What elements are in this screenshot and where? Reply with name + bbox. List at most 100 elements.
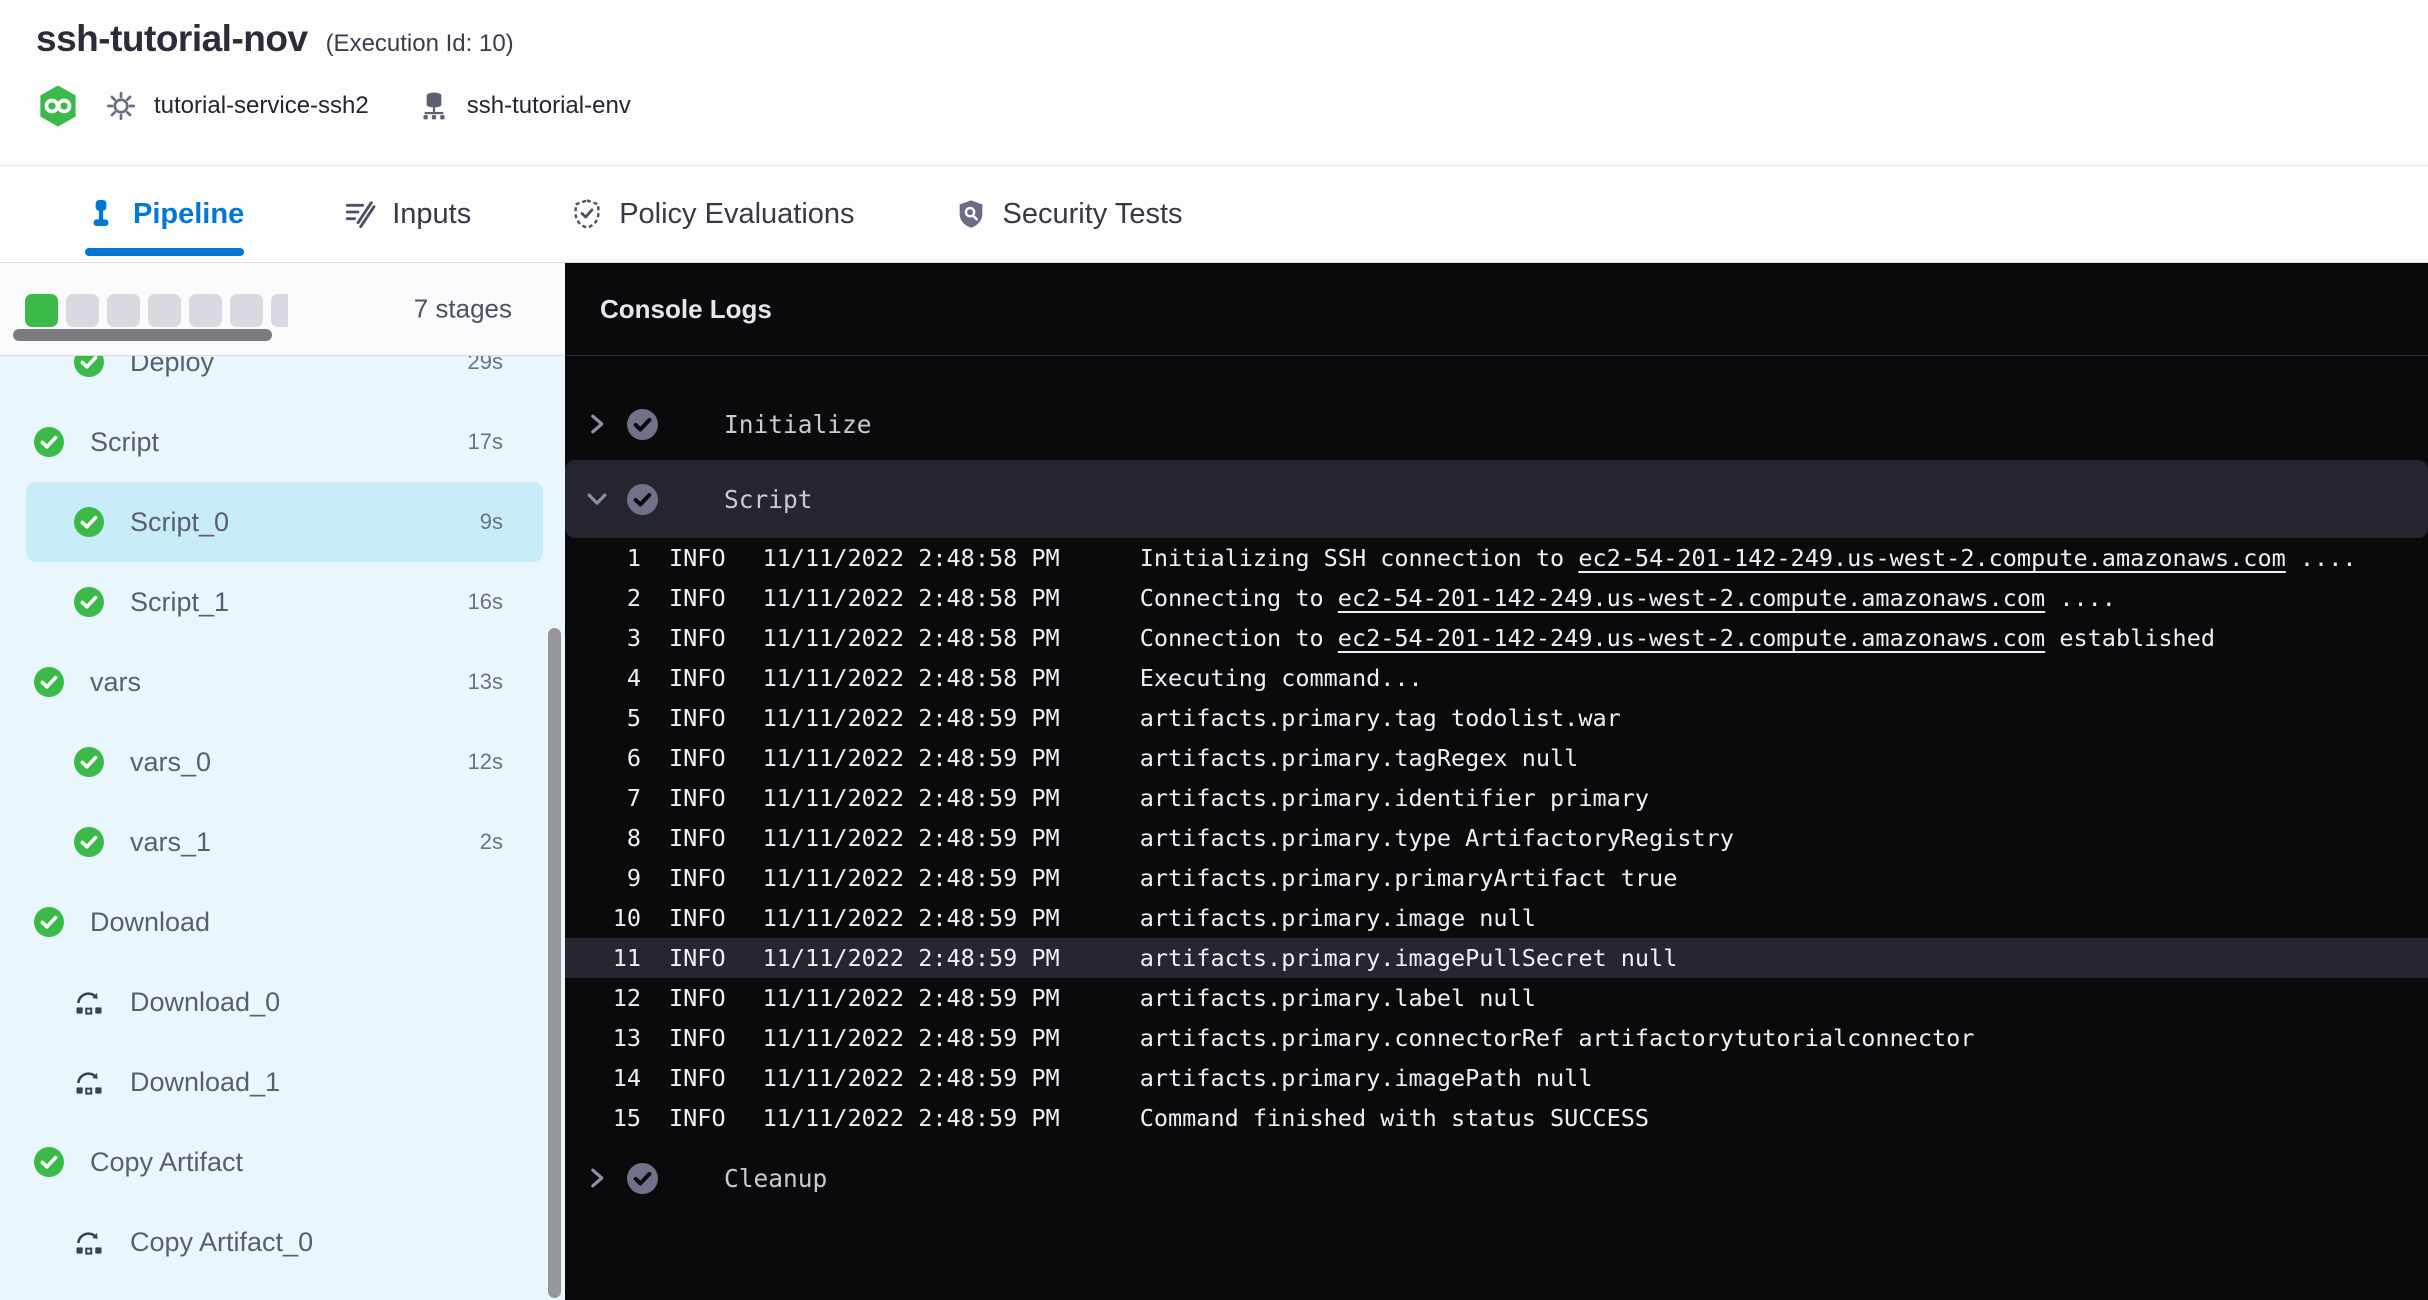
log-level: INFO (669, 704, 726, 732)
log-message: artifacts.primary.imagePullSecret null (1140, 944, 1678, 972)
tab-inputs[interactable]: Inputs (344, 166, 471, 262)
log-line-number: 7 (565, 778, 641, 818)
success-check-icon (74, 356, 104, 377)
chevron-down-icon[interactable] (585, 487, 609, 511)
log-level: INFO (669, 784, 726, 812)
success-check-icon (74, 747, 104, 777)
log-line: 6INFO11/11/2022 2:48:59 PMartifacts.prim… (565, 738, 2428, 778)
log-line: 11INFO11/11/2022 2:48:59 PMartifacts.pri… (565, 938, 2428, 978)
log-timestamp: 11/11/2022 2:48:58 PM (763, 664, 1060, 692)
stage-label: vars_1 (130, 827, 211, 858)
log-level: INFO (669, 864, 726, 892)
stages-summary-bar: 7 stages (0, 263, 565, 356)
log-section-cleanup[interactable]: Cleanup (565, 1146, 2428, 1210)
security-shield-icon (955, 198, 987, 230)
log-line: 13INFO11/11/2022 2:48:59 PMartifacts.pri… (565, 1018, 2428, 1058)
log-line: 9INFO11/11/2022 2:48:59 PMartifacts.prim… (565, 858, 2428, 898)
tab-pipeline[interactable]: Pipeline (85, 166, 244, 262)
stage-duration: 29s (468, 356, 503, 375)
rollback-icon (74, 987, 104, 1017)
sidebar-scrollbar-thumb[interactable] (548, 628, 561, 1298)
stage-label: vars_0 (130, 747, 211, 778)
log-line-number: 9 (565, 858, 641, 898)
stage-progress-scrollbar[interactable] (13, 329, 272, 341)
page-title: ssh-tutorial-nov (36, 18, 308, 60)
log-line: 1INFO11/11/2022 2:48:58 PMInitializing S… (565, 538, 2428, 578)
log-section-initialize[interactable]: Initialize (565, 388, 2428, 460)
log-line-number: 6 (565, 738, 641, 778)
stage-label: Deploy (130, 356, 214, 378)
stage-item-deploy[interactable]: Deploy 29s (0, 356, 565, 402)
stage-duration: 2s (480, 829, 503, 855)
log-line-number: 8 (565, 818, 641, 858)
chevron-right-icon[interactable] (585, 1166, 609, 1190)
stage-label: Script_0 (130, 507, 229, 538)
log-message: Connecting to ec2-54-201-142-249.us-west… (1140, 584, 2116, 612)
stage-item-script-0[interactable]: Script_0 9s (26, 482, 543, 562)
stage-duration: 16s (468, 589, 503, 615)
log-level: INFO (669, 904, 726, 932)
stage-item-download[interactable]: Download (0, 882, 565, 962)
stage-item-vars-1[interactable]: vars_1 2s (0, 802, 565, 882)
log-level: INFO (669, 1024, 726, 1052)
log-timestamp: 11/11/2022 2:48:59 PM (763, 744, 1060, 772)
log-line: 15INFO11/11/2022 2:48:59 PMCommand finis… (565, 1098, 2428, 1138)
log-message: artifacts.primary.type ArtifactoryRegist… (1140, 824, 1734, 852)
section-success-icon (627, 1163, 658, 1194)
log-message: artifacts.primary.identifier primary (1140, 784, 1649, 812)
log-line-number: 14 (565, 1058, 641, 1098)
log-line: 8INFO11/11/2022 2:48:59 PMartifacts.prim… (565, 818, 2428, 858)
stage-progress-square (25, 294, 58, 327)
log-message: artifacts.primary.label null (1140, 984, 1536, 1012)
stage-progress-square (66, 294, 99, 327)
log-timestamp: 11/11/2022 2:48:58 PM (763, 624, 1060, 652)
tab-label: Inputs (392, 198, 471, 231)
stage-item-script-1[interactable]: Script_1 16s (0, 562, 565, 642)
log-timestamp: 11/11/2022 2:48:58 PM (763, 544, 1060, 572)
log-timestamp: 11/11/2022 2:48:59 PM (763, 704, 1060, 732)
pipeline-execution-page: ssh-tutorial-nov (Execution Id: 10) tuto… (0, 0, 2428, 1300)
log-line-number: 4 (565, 658, 641, 698)
stage-progress-square (230, 294, 263, 327)
rollback-icon (74, 1227, 104, 1257)
log-timestamp: 11/11/2022 2:48:59 PM (763, 1104, 1060, 1132)
stage-progress-square (148, 294, 181, 327)
stage-label: Script_1 (130, 587, 229, 618)
log-host-link[interactable]: ec2-54-201-142-249.us-west-2.compute.ama… (1338, 584, 2045, 612)
stage-item-download-0[interactable]: Download_0 (0, 962, 565, 1042)
log-host-link[interactable]: ec2-54-201-142-249.us-west-2.compute.ama… (1338, 624, 2045, 652)
chevron-right-icon[interactable] (585, 412, 609, 436)
stage-item-script[interactable]: Script17s (0, 402, 565, 482)
tab-policy-evaluations[interactable]: Policy Evaluations (571, 166, 854, 262)
log-section-script[interactable]: Script (565, 460, 2428, 538)
success-check-icon (74, 827, 104, 857)
log-message: artifacts.primary.connectorRef artifacto… (1140, 1024, 1975, 1052)
stage-duration: 9s (480, 509, 503, 535)
stage-item-copy-artifact[interactable]: Copy Artifact (0, 1122, 565, 1202)
section-success-icon (627, 409, 658, 440)
log-line-number: 13 (565, 1018, 641, 1058)
harness-cd-hexagon-icon (36, 84, 80, 128)
section-name: Script (724, 485, 813, 514)
log-line: 12INFO11/11/2022 2:48:59 PMartifacts.pri… (565, 978, 2428, 1018)
stage-item-copy-artifact-0[interactable]: Copy Artifact_0 (0, 1202, 565, 1282)
stage-item-vars-0[interactable]: vars_012s (0, 722, 565, 802)
section-name: Initialize (724, 410, 872, 439)
log-level: INFO (669, 824, 726, 852)
log-timestamp: 11/11/2022 2:48:59 PM (763, 784, 1060, 812)
stage-item-download-1[interactable]: Download_1 (0, 1042, 565, 1122)
log-level: INFO (669, 984, 726, 1012)
tab-security-tests[interactable]: Security Tests (955, 166, 1183, 262)
log-timestamp: 11/11/2022 2:48:59 PM (763, 904, 1060, 932)
execution-tabs: Pipeline Inputs Policy Evaluations Security… (0, 166, 2428, 263)
stage-progress-strip (25, 294, 288, 327)
stage-item-vars[interactable]: vars13s (0, 642, 565, 722)
stage-label: Download_0 (130, 987, 280, 1018)
log-message: Command finished with status SUCCESS (1140, 1104, 1649, 1132)
log-line-number: 15 (565, 1098, 641, 1138)
log-host-link[interactable]: ec2-54-201-142-249.us-west-2.compute.ama… (1578, 544, 2285, 572)
log-level: INFO (669, 544, 726, 572)
log-message: artifacts.primary.tagRegex null (1140, 744, 1579, 772)
log-level: INFO (669, 664, 726, 692)
log-message: artifacts.primary.tag todolist.war (1140, 704, 1621, 732)
